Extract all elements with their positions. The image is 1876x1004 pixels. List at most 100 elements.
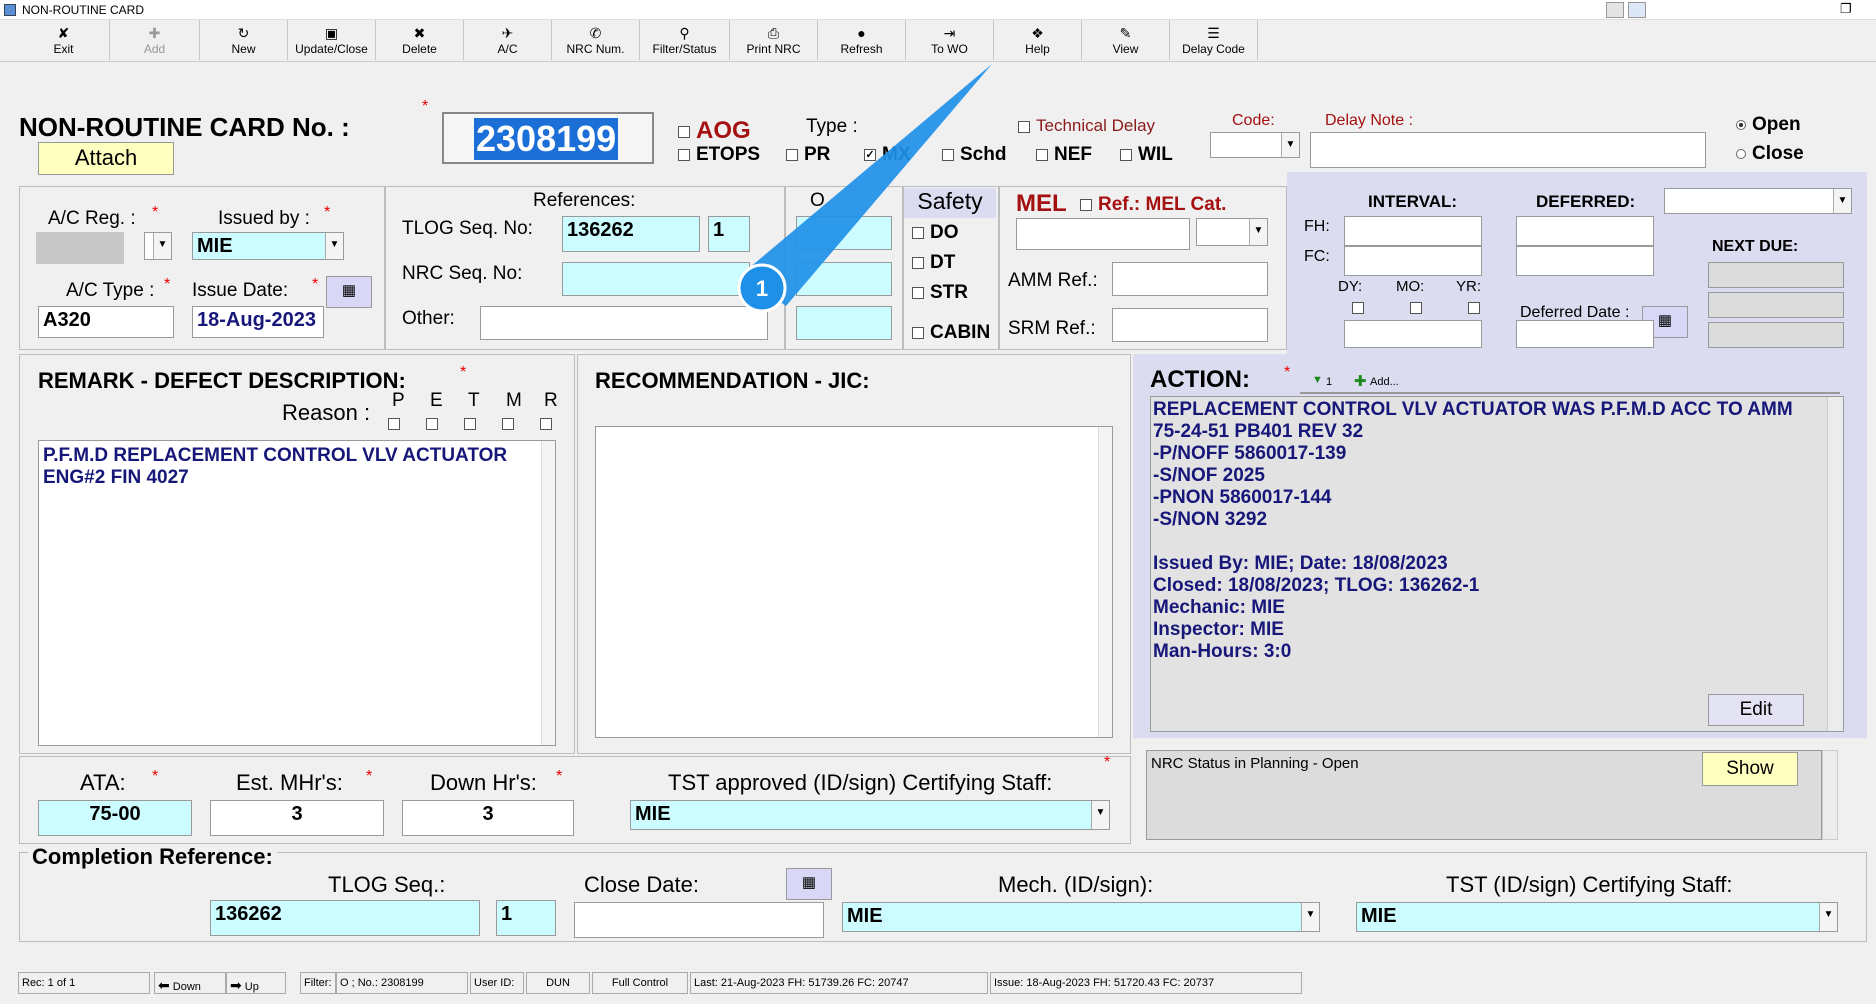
etops-check[interactable]	[678, 148, 690, 161]
delay-note-field[interactable]	[1310, 132, 1706, 168]
ac-type-field[interactable]: A320	[38, 306, 174, 338]
origin-field-1[interactable]	[796, 216, 892, 250]
new-button[interactable]: ↻ New	[200, 20, 288, 60]
origin-field-2[interactable]	[796, 262, 892, 296]
down-button[interactable]: ⬅ Down	[154, 972, 226, 994]
scrollbar[interactable]	[1098, 427, 1112, 737]
chevron-down-icon[interactable]: ▼	[153, 233, 171, 259]
action-add[interactable]: Add...	[1370, 376, 1399, 388]
schd-check[interactable]	[942, 148, 954, 161]
window-tool-icon-2[interactable]	[1628, 2, 1646, 18]
completion-tlog-item-field[interactable]: 1	[496, 900, 556, 936]
wil-check[interactable]	[1120, 148, 1132, 161]
reason-r-checkbox[interactable]	[540, 418, 552, 430]
ac-reg-dropdown[interactable]: ▼	[144, 232, 172, 260]
filter-icon[interactable]: ▼	[1312, 374, 1323, 386]
mel-ref-check[interactable]	[1080, 198, 1092, 211]
edit-button[interactable]: Edit	[1708, 694, 1804, 726]
filter-status-button[interactable]: ⚲ Filter/Status	[640, 20, 730, 60]
attach-button[interactable]: Attach	[38, 142, 174, 175]
reason-m-checkbox[interactable]	[502, 418, 514, 430]
scrollbar[interactable]	[1822, 750, 1838, 840]
fh-deferred-field[interactable]	[1516, 216, 1654, 246]
issue-date-field[interactable]: 18-Aug-2023	[192, 306, 324, 338]
delay-code-button[interactable]: ☰ Delay Code	[1170, 20, 1258, 60]
card-number-field[interactable]: 2308199	[442, 112, 654, 164]
help-button[interactable]: ❖ Help	[994, 20, 1082, 60]
down-hrs-field[interactable]: 3	[402, 800, 574, 836]
restore-window-icon[interactable]: ❐	[1840, 1, 1852, 17]
print-nrc-button[interactable]: ⎙ Print NRC	[730, 20, 818, 60]
nef-checkbox[interactable]: NEF	[1036, 144, 1092, 166]
mx-check[interactable]: ✓	[864, 148, 876, 161]
chevron-down-icon[interactable]: ▼	[1249, 219, 1267, 245]
amm-ref-field[interactable]	[1112, 262, 1268, 296]
chevron-down-icon[interactable]: ▼	[1301, 903, 1319, 931]
recommendation-textarea[interactable]	[595, 426, 1113, 738]
mo-check[interactable]	[1410, 302, 1422, 314]
technical-delay-check[interactable]	[1018, 120, 1030, 133]
aog-check[interactable]	[678, 125, 690, 138]
reason-p-checkbox[interactable]	[388, 418, 400, 430]
view-button[interactable]: ✎ View	[1082, 20, 1170, 60]
to-wo-button[interactable]: ⇥ To WO	[906, 20, 994, 60]
do-checkbox[interactable]: DO	[912, 222, 959, 244]
remark-textarea[interactable]: P.F.M.D REPLACEMENT CONTROL VLV ACTUATOR…	[38, 440, 556, 746]
window-tool-icon[interactable]	[1606, 2, 1624, 18]
close-radio-dot[interactable]	[1736, 149, 1746, 159]
tlog-item-field[interactable]: 1	[708, 216, 750, 252]
etops-checkbox[interactable]: ETOPS	[678, 144, 760, 166]
chevron-down-icon[interactable]: ▼	[1833, 189, 1851, 213]
nrc-num-button[interactable]: ✆ NRC Num.	[552, 20, 640, 60]
issued-by-field[interactable]: MIE ▼	[192, 232, 344, 260]
close-radio[interactable]: Close	[1736, 143, 1804, 165]
nef-check[interactable]	[1036, 148, 1048, 161]
mx-checkbox[interactable]: ✓ MX	[864, 144, 911, 166]
dt-checkbox[interactable]: DT	[912, 252, 955, 274]
fh-interval-field[interactable]	[1344, 216, 1482, 246]
action-textarea[interactable]: REPLACEMENT CONTROL VLV ACTUATOR WAS P.F…	[1150, 396, 1844, 732]
add-icon[interactable]: ✚	[1354, 372, 1367, 390]
nrc-seq-field[interactable]	[562, 262, 750, 296]
cabin-check[interactable]	[912, 326, 924, 339]
close-date-calendar-icon[interactable]: ▦	[786, 868, 832, 900]
other-field[interactable]	[480, 306, 768, 340]
est-mhrs-field[interactable]: 3	[210, 800, 384, 836]
tlog-seq-field[interactable]: 136262	[562, 216, 700, 252]
chevron-down-icon[interactable]: ▼	[1819, 903, 1837, 931]
dt-check[interactable]	[912, 256, 924, 269]
yr-check[interactable]	[1468, 302, 1480, 314]
completion-tst-select[interactable]: MIE ▼	[1356, 902, 1838, 932]
open-radio-dot[interactable]	[1736, 120, 1746, 130]
technical-delay-checkbox[interactable]: Technical Delay	[1018, 116, 1155, 136]
origin-field-3[interactable]	[796, 306, 892, 340]
deferred-date-field[interactable]	[1516, 320, 1654, 348]
str-check[interactable]	[912, 286, 924, 299]
completion-tlog-field[interactable]: 136262	[210, 900, 480, 936]
chevron-down-icon[interactable]: ▼	[325, 233, 343, 259]
refresh-button[interactable]: ● Refresh	[818, 20, 906, 60]
fc-deferred-field[interactable]	[1516, 246, 1654, 276]
pr-checkbox[interactable]: PR	[786, 144, 830, 166]
reason-t-checkbox[interactable]	[464, 418, 476, 430]
a-c-button[interactable]: ✈ A/C	[464, 20, 552, 60]
code-select[interactable]: ▼	[1210, 132, 1300, 158]
update-close-button[interactable]: ▣ Update/Close	[288, 20, 376, 60]
chevron-down-icon[interactable]: ▼	[1281, 133, 1299, 157]
tst-approved-select[interactable]: MIE ▼	[630, 800, 1110, 830]
deferred-select[interactable]: ▼	[1664, 188, 1852, 214]
fc-interval-field[interactable]	[1344, 246, 1482, 276]
show-button[interactable]: Show	[1702, 752, 1798, 786]
open-radio[interactable]: Open	[1736, 114, 1801, 136]
mel-ref-field[interactable]	[1016, 218, 1190, 250]
dy-check[interactable]	[1352, 302, 1364, 314]
str-checkbox[interactable]: STR	[912, 282, 968, 304]
delete-button[interactable]: ✖ Delete	[376, 20, 464, 60]
up-button[interactable]: ➡ Up	[226, 972, 286, 994]
add-button[interactable]: ✚ Add	[110, 20, 200, 60]
mech-select[interactable]: MIE ▼	[842, 902, 1320, 932]
chevron-down-icon[interactable]: ▼	[1091, 801, 1109, 829]
wil-checkbox[interactable]: WIL	[1120, 144, 1173, 166]
calendar-icon[interactable]: ▦	[326, 276, 372, 308]
aog-checkbox[interactable]: AOG	[678, 117, 751, 145]
